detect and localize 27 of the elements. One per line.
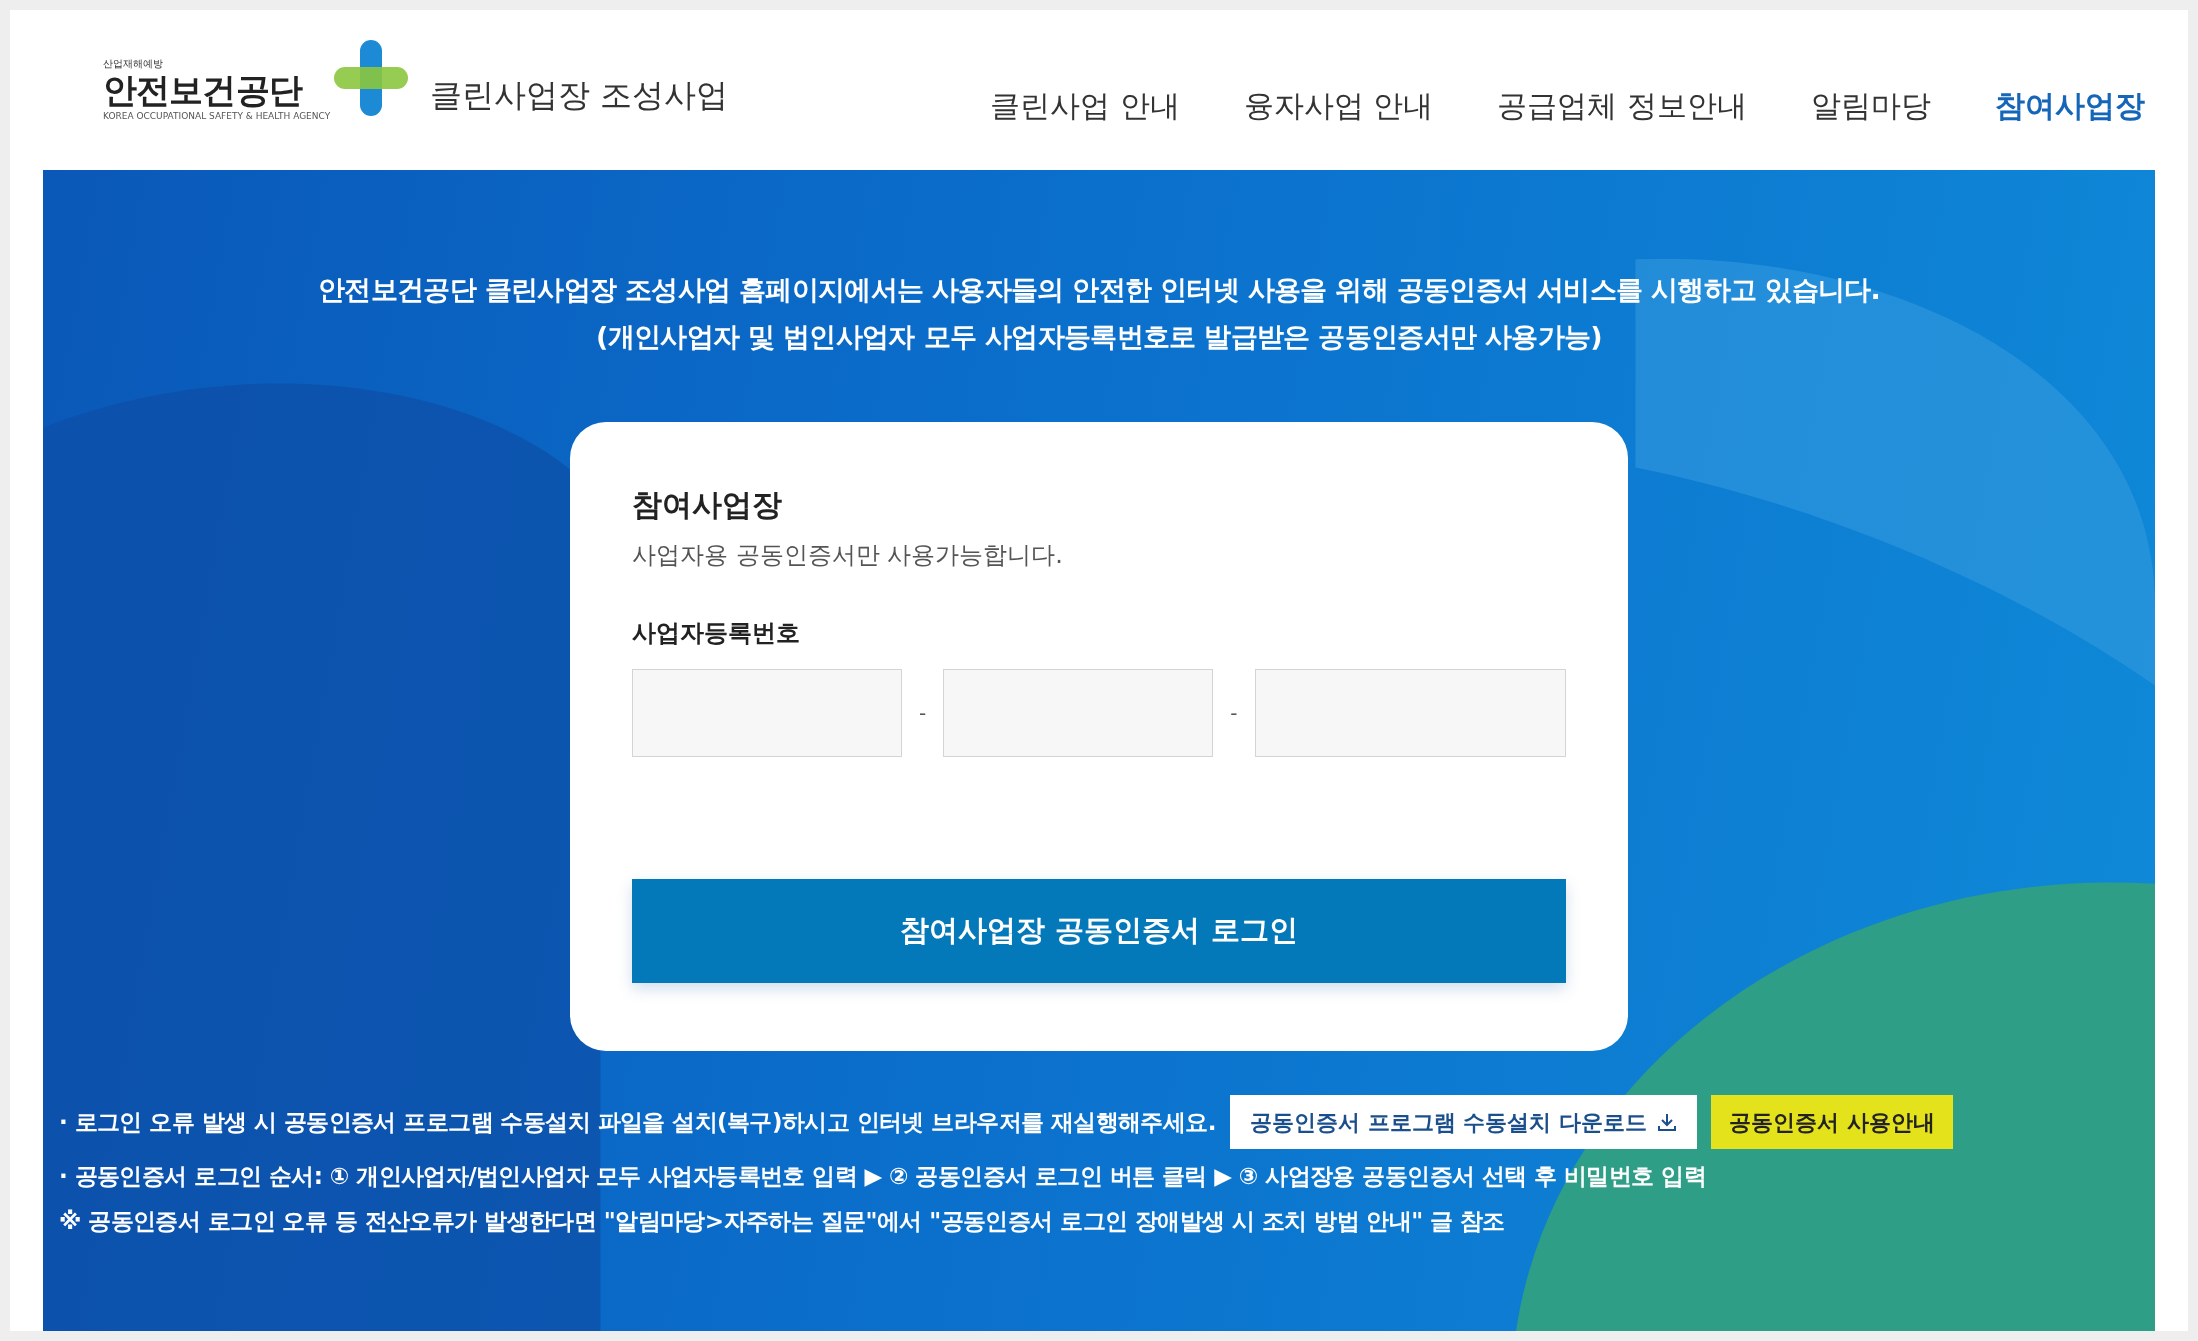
download-icon [1656,1112,1677,1132]
site-title: 클린사업장 조성사업 [430,75,729,116]
nav-link[interactable]: 융자사업 안내 [1243,82,1434,128]
logo-name: 안전보건공단 [103,69,304,112]
guide-button[interactable]: 공동인증서 사용안내 [1710,1095,1953,1149]
nav-link[interactable]: 참여사업장 [1995,82,2145,128]
separator-text: - [917,700,928,727]
cross-logo-icon [334,40,409,116]
input-field[interactable] [943,669,1214,757]
logo-subtitle: KOREA OCCUPATIONAL SAFETY & HEALTH AGENCY [103,111,331,121]
login-button[interactable]: 참여사업장 공동인증서 로그인 [632,879,1566,983]
nav-link[interactable]: 알림마당 [1811,82,1931,128]
logo-tagline: 산업재해예방 [103,59,164,70]
help-text: · 공동인증서 로그인 순서: ① 개인사업자/법인사업자 모두 사업자등록번호 입력 ▶ ② 공동인증서 로그인 버튼 클릭 ▶ ③ 사업장용 공동인증서 선택 후 비밀번호 입력 [59,1162,1706,1191]
help-text: ※ 공동인증서 로그인 오류 등 전산오류가 발생한다면 "알림마당>자주하는 질문"에서 "공동인증서 로그인 장애발생 시 조치 방법 안내" 글 참조 [59,1206,1505,1236]
card-description: 사업자용 공동인증서만 사용가능합니다. [632,540,1064,571]
help-text: · 로그인 오류 발생 시 공동인증서 프로그램 수동설치 파일을 설치(복구)하시고 인터넷 브라우저를 재실행해주세요. [59,1107,1216,1137]
input-field[interactable] [1254,669,1566,757]
nav-link[interactable]: 공급업체 정보안내 [1497,82,1747,128]
input-field[interactable] [632,669,902,757]
notice-text: (개인사업자 및 법인사업자 모두 사업자등록번호로 발급받은 공동인증서만 사용가능) [596,319,1602,354]
separator-text: - [1229,700,1239,727]
notice-text: 안전보건공단 클린사업장 조성사업 홈페이지에서는 사용자들의 안전한 인터넷 사용을 위해 공동인증서 서비스를 시행하고 있습니다. [317,273,1881,307]
download-button[interactable]: 공동인증서 프로그램 수동설치 다운로드 [1229,1095,1697,1149]
nav-link[interactable]: 클린사업 안내 [990,82,1180,128]
card-title: 참여사업장 [632,486,783,524]
field-label: 사업자등록번호 [632,618,801,649]
